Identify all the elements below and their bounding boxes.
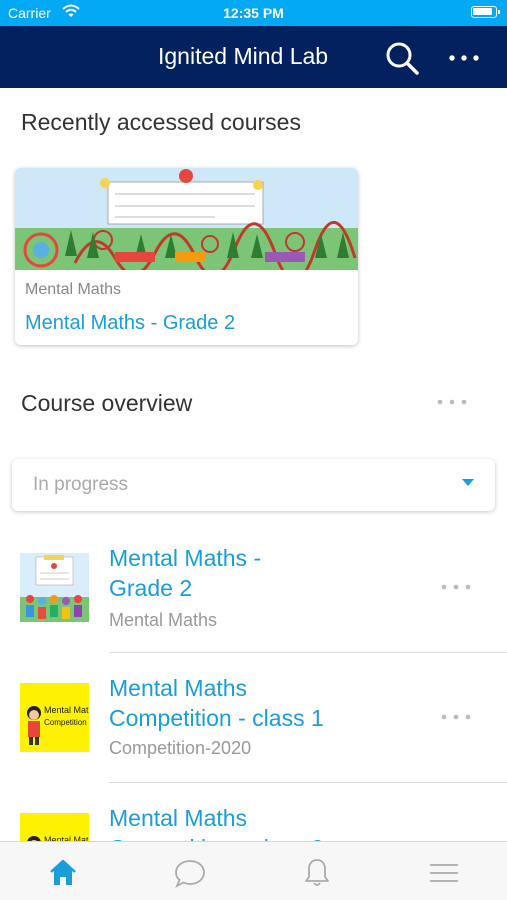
course-thumbnail: Mental Maths Competition: [20, 683, 89, 752]
course-name-line-2[interactable]: Grade 2: [109, 573, 409, 603]
battery-icon: [471, 6, 500, 18]
course-thumbnail: [20, 553, 89, 622]
thumbnail-text: Competition: [44, 718, 87, 727]
app-header: Ignited Mind Lab: [0, 26, 507, 88]
chat-bubble-icon[interactable]: [173, 856, 207, 890]
course-name-link[interactable]: Mental Maths - Grade 2: [25, 312, 235, 335]
chevron-down-icon: [462, 479, 474, 486]
course-name-line-1[interactable]: Mental Maths: [109, 803, 409, 833]
more-horizontal-icon[interactable]: [440, 581, 472, 593]
thumbnail-text: Mental Maths: [44, 705, 89, 715]
course-list-item[interactable]: Mental Maths - Grade 2 Mental Maths: [0, 522, 507, 652]
recent-course-card[interactable]: Mental Maths Mental Maths - Grade 2: [15, 168, 358, 345]
course-name-line-1[interactable]: Mental Maths -: [109, 543, 409, 573]
course-banner-image: [15, 168, 358, 270]
course-name-line-1[interactable]: Mental Maths: [109, 673, 409, 703]
hamburger-menu-icon[interactable]: [427, 856, 461, 890]
page-title: Ignited Mind Lab: [158, 43, 329, 69]
search-icon[interactable]: [384, 40, 420, 76]
home-icon[interactable]: [46, 856, 80, 890]
course-list-item[interactable]: Mental Maths Competition Mental Maths Co…: [0, 652, 507, 782]
more-horizontal-icon[interactable]: [436, 396, 468, 408]
course-category: Competition-2020: [109, 738, 252, 758]
more-horizontal-icon[interactable]: [440, 711, 472, 723]
course-category: Mental Maths: [25, 281, 122, 298]
status-bar: Carrier 12:35 PM: [0, 0, 507, 26]
bell-icon[interactable]: [300, 856, 334, 890]
course-name-line-2[interactable]: Competition - class 1: [109, 703, 409, 733]
recent-courses-heading: Recently accessed courses: [21, 109, 301, 135]
course-overview-heading: Course overview: [21, 390, 193, 416]
course-category: Mental Maths: [109, 610, 218, 630]
filter-selected-value: In progress: [33, 474, 129, 495]
bottom-tab-bar: [0, 841, 507, 900]
more-horizontal-icon[interactable]: [446, 48, 482, 68]
course-filter-dropdown[interactable]: In progress: [12, 459, 495, 511]
clock: 12:35 PM: [223, 5, 284, 21]
